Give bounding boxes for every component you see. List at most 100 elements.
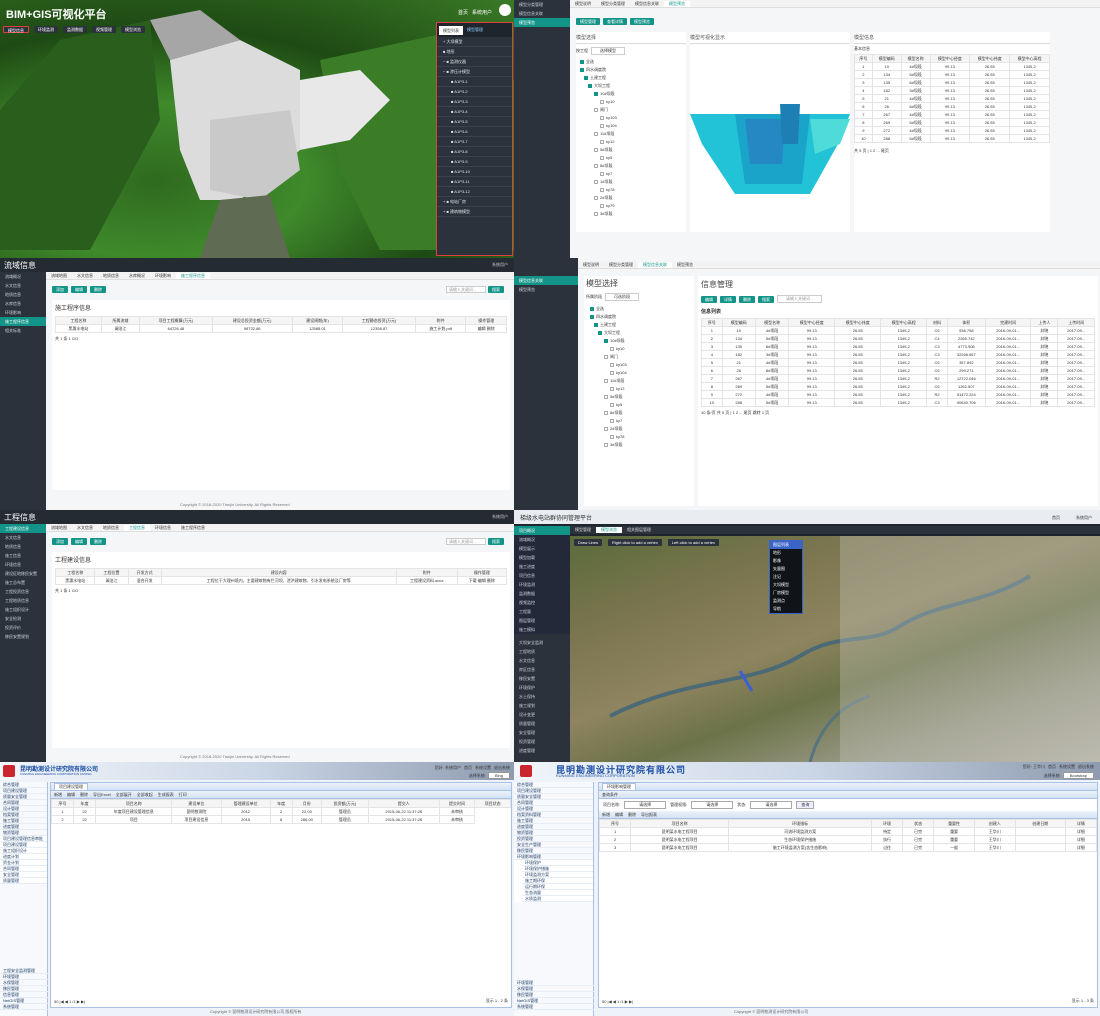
tree-node[interactable]: ky10 xyxy=(580,98,686,106)
query-button[interactable]: 查询 xyxy=(796,801,815,809)
tree-node[interactable]: 2#坝段 xyxy=(580,194,686,202)
checkbox[interactable] xyxy=(600,187,604,192)
tab[interactable]: 工程信息 xyxy=(124,524,150,531)
column-header[interactable]: 序号 xyxy=(854,54,873,63)
checkbox[interactable] xyxy=(594,131,598,136)
search-input[interactable]: 请输入关键词... xyxy=(777,295,823,303)
tree-node[interactable]: 大坝工程 xyxy=(590,329,692,337)
filter-select[interactable]: 请选择 xyxy=(750,801,793,809)
column-header[interactable]: 建设内容 xyxy=(160,568,397,577)
column-header[interactable]: 序号 xyxy=(50,799,75,808)
sidebar-item[interactable]: 水质监测 xyxy=(522,896,593,902)
filter-select[interactable]: 选择模型 xyxy=(591,47,625,55)
toolbar-button[interactable]: 生成报表 xyxy=(158,792,174,798)
tab-model-list[interactable]: 模型列表 xyxy=(439,25,463,35)
toolbar-button[interactable]: 打印 xyxy=(179,792,187,798)
user-label[interactable]: 系统用户 xyxy=(492,262,508,268)
tab[interactable]: 施工程序信息 xyxy=(176,272,210,279)
logout-link[interactable]: 退出系统 xyxy=(1078,764,1094,770)
tree-item-sensor[interactable]: ■ A1P3-6 xyxy=(437,127,512,137)
sidebar-item[interactable]: 工程地质信息 xyxy=(0,596,46,605)
tab-description[interactable]: 模型说明 xyxy=(578,262,604,268)
tab-link[interactable]: 模型信息关联 xyxy=(630,1,664,7)
toolbar-button[interactable]: 删除 xyxy=(80,792,88,798)
delete-button[interactable]: 删除 xyxy=(90,538,106,545)
checkbox[interactable] xyxy=(600,139,604,144)
tree-item-sensor[interactable]: ■ A1P3-11 xyxy=(437,177,512,187)
table-row[interactable]: 8 269 5#坝段 99.13 26.55 1345.2 C6 1262.507 2016-0… xyxy=(701,382,1095,391)
checkbox[interactable] xyxy=(610,362,614,367)
tree-item-sensor[interactable]: ■ A1P3-12 xyxy=(437,187,512,197)
column-header[interactable]: 月份 xyxy=(291,799,322,808)
tree-group[interactable]: − ■ 渗压计模型 xyxy=(437,67,512,77)
table-row[interactable]: 2 134 5#坝段 99.13 26.55 1345.2 xyxy=(854,70,1050,79)
detail-button[interactable]: 详情 xyxy=(720,295,736,303)
tree-node[interactable]: 5#坝段 xyxy=(580,146,686,154)
tree-node[interactable]: ky78 xyxy=(590,433,692,441)
column-header[interactable]: 模型中心高程 xyxy=(1009,54,1050,63)
sidebar-item[interactable]: 环境信息 xyxy=(0,560,46,569)
column-header[interactable]: 序号 xyxy=(701,318,723,327)
sidebar-item-link[interactable]: 模型信息关联 xyxy=(514,276,578,285)
tree-node[interactable]: 土建工程 xyxy=(590,321,692,329)
column-header[interactable]: 工程位置 xyxy=(94,568,129,577)
column-header[interactable]: 工程名称 xyxy=(54,568,96,577)
checkbox[interactable] xyxy=(580,67,584,72)
sidebar-item[interactable]: 施工程序信息 xyxy=(0,317,46,326)
sidebar-item-preview[interactable]: 模型预览 xyxy=(514,285,578,294)
table-row[interactable]: 4 182 3#坝段 99.13 26.55 1345.2 xyxy=(854,86,1050,95)
checkbox[interactable] xyxy=(584,75,588,80)
tab-model-manage[interactable]: 模型管理 xyxy=(570,527,596,533)
column-header[interactable]: 创建人 xyxy=(973,819,1016,828)
tree-node[interactable]: 8#坝段 xyxy=(590,409,692,417)
pager[interactable]: 10 条/页 共 5 页 | 1 2 ... 尾页 跳转 1 页 xyxy=(701,410,1095,416)
table-row[interactable]: 3 135 6#坝段 99.13 26.55 1345.2 xyxy=(854,78,1050,87)
column-header[interactable]: 环境指标 xyxy=(728,819,873,828)
table-row[interactable]: 6 26 8#坝段 99.13 26.55 1345.2 C6 299.271 2016-09-… xyxy=(701,366,1095,375)
column-header[interactable]: 年度 xyxy=(73,799,97,808)
table-row[interactable]: 2 22 项目 项目建设信息 2015 8 286.00 管理员 2015-06-22 11:3… xyxy=(50,815,511,824)
tree-node[interactable]: ky103 xyxy=(580,114,686,122)
checkbox[interactable] xyxy=(604,354,608,359)
tree-node[interactable]: 2#坝段 xyxy=(590,425,692,433)
sidebar-item[interactable]: 系统管理 xyxy=(0,1004,48,1010)
column-header[interactable]: 模型编码 xyxy=(721,318,756,327)
tab-preview[interactable]: 模型预览 xyxy=(664,0,690,7)
sidebar-item[interactable]: 工程地质 xyxy=(514,647,570,656)
sidebar-item[interactable]: 水文信息 xyxy=(0,533,46,542)
filter-select[interactable]: 请选择 xyxy=(624,801,667,809)
checkbox[interactable] xyxy=(600,155,604,160)
user-link[interactable]: 系统用户 xyxy=(1076,515,1092,521)
add-button[interactable]: 添加 xyxy=(52,286,68,293)
sidebar-item[interactable]: 施工信息 xyxy=(0,551,46,560)
sidebar-item[interactable]: 施工规划 xyxy=(514,701,570,710)
checkbox[interactable] xyxy=(598,330,602,335)
column-header[interactable]: 操作管理 xyxy=(465,316,507,325)
tree-node[interactable]: ky104 xyxy=(590,369,692,377)
sidebar-item-preview[interactable]: 模型预览 xyxy=(514,18,570,27)
table-row[interactable]: 5 21 4#坝段 99.13 26.55 1345.2 C6 357.892 2016-09-… xyxy=(701,358,1095,367)
checkbox[interactable] xyxy=(580,59,584,64)
tree-item-sensor[interactable]: ■ A1P3-10 xyxy=(437,167,512,177)
checkbox[interactable] xyxy=(604,378,608,383)
search-button[interactable]: 搜索 xyxy=(758,295,774,303)
model-preview-button[interactable]: 模型预览 xyxy=(630,18,654,25)
tree-node[interactable]: 3#坝段 xyxy=(580,210,686,218)
column-header[interactable]: 模型名称 xyxy=(754,318,790,327)
column-header[interactable]: 工程静态投资(万元) xyxy=(342,316,416,325)
checkbox[interactable] xyxy=(594,211,598,216)
sidebar-item[interactable]: 地质信息 xyxy=(0,542,46,551)
tree-node[interactable]: 5#坝段 xyxy=(590,393,692,401)
tree-node[interactable]: 四水调度院 xyxy=(590,313,692,321)
column-header[interactable]: 序号 xyxy=(598,819,632,828)
toolbar-button[interactable]: 全部收起 xyxy=(137,792,153,798)
tree-node[interactable]: 闸门 xyxy=(580,106,686,114)
tree-node[interactable]: 全选 xyxy=(580,58,686,66)
tree-node[interactable]: 1#坝段 xyxy=(580,178,686,186)
sidebar-item[interactable]: 质量管理 xyxy=(514,719,570,728)
sidebar-item[interactable]: 投资评价 xyxy=(0,623,46,632)
edit-button[interactable]: 编辑 xyxy=(701,295,717,303)
tree-item-sensor[interactable]: ■ A1P3-1 xyxy=(437,77,512,87)
tree-item-sensor[interactable]: ■ A1P3-7 xyxy=(437,137,512,147)
column-header[interactable]: 模型中心经度 xyxy=(929,54,971,63)
